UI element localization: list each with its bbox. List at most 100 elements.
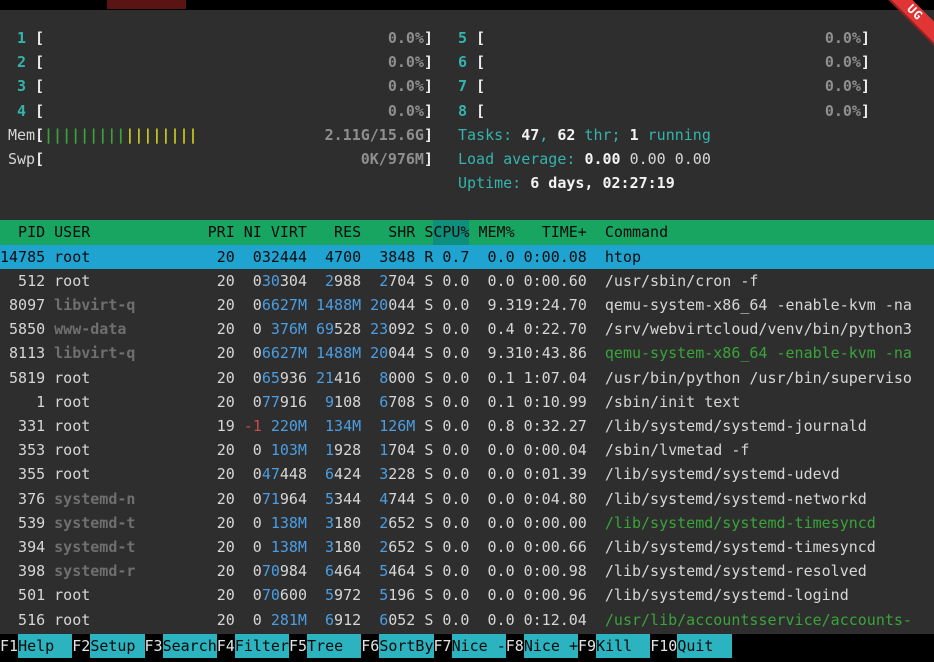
process-user: systemd-t: [54, 511, 180, 535]
process-row[interactable]: 14785root2003244447003848R0.70.00:00.08h…: [0, 245, 934, 269]
process-nice: 0: [235, 438, 262, 462]
process-cpu-percent: 0.0: [433, 559, 469, 583]
process-row[interactable]: 8113libvirt-q2006627M1488M20044S0.09.310…: [0, 341, 934, 365]
process-shr: 5464: [361, 559, 415, 583]
process-row[interactable]: 394systemd-t200138M31802652S0.00.00:00.6…: [0, 535, 934, 559]
fkey-f1-button[interactable]: Help: [18, 634, 72, 658]
column-header-pid[interactable]: PID: [0, 220, 45, 244]
fkey-f6-button[interactable]: SortBy: [379, 634, 433, 658]
process-user: systemd-r: [54, 559, 180, 583]
column-header-virt[interactable]: VIRT: [262, 220, 307, 244]
process-cpu-percent: 0.0: [433, 438, 469, 462]
table-rows: 14785root2003244447003848R0.70.00:00.08h…: [0, 245, 934, 632]
process-priority: 20: [181, 608, 235, 632]
process-command: /lib/systemd/systemd-resolved: [605, 559, 934, 583]
process-row[interactable]: 5819root20065936214168000S0.00.11:07.04/…: [0, 366, 934, 390]
fkey-f4-button[interactable]: Filter: [235, 634, 289, 658]
process-nice: 0: [235, 487, 262, 511]
meter-open-bracket: [: [35, 50, 44, 74]
column-header-mem[interactable]: MEM%: [469, 220, 514, 244]
process-pid: 539: [0, 511, 45, 535]
cpu-meter-2: 2[0.0%]: [8, 50, 433, 74]
cpu-percent-value: 0.0%: [825, 74, 861, 98]
process-row[interactable]: 539systemd-t200138M31802652S0.00.00:00.0…: [0, 511, 934, 535]
process-nice: 0: [235, 366, 262, 390]
process-priority: 20: [181, 462, 235, 486]
column-header-res[interactable]: RES: [307, 220, 361, 244]
process-time: 0:00.96: [515, 583, 587, 607]
process-shr: 8000: [361, 366, 415, 390]
column-header-cmd[interactable]: Command: [605, 220, 934, 244]
process-row[interactable]: 353root200103M19281704S0.00.00:00.04/sbi…: [0, 438, 934, 462]
process-virt: 65936: [262, 366, 307, 390]
process-state: S: [415, 583, 433, 607]
process-pid: 5819: [0, 366, 45, 390]
stat-text: 0.00: [630, 150, 675, 168]
process-res: 9108: [307, 390, 361, 414]
process-shr: 6708: [361, 390, 415, 414]
process-row[interactable]: 376systemd-n2007196453444744S0.00.00:04.…: [0, 487, 934, 511]
process-cpu-percent: 0.0: [433, 269, 469, 293]
process-row[interactable]: 8097libvirt-q2006627M1488M20044S0.09.319…: [0, 293, 934, 317]
window-tab[interactable]: [107, 0, 186, 9]
process-mem-percent: 0.4: [469, 317, 514, 341]
process-command: htop: [605, 245, 934, 269]
process-state: S: [415, 293, 433, 317]
process-shr: 3848: [361, 245, 415, 269]
process-row[interactable]: 501root2007060059725196S0.00.00:00.96/li…: [0, 583, 934, 607]
cpu-percent-value: 0.0%: [388, 26, 424, 50]
fkey-f8-button[interactable]: Nice +: [524, 634, 578, 658]
cpu-meters-right: 5[0.0%]6[0.0%]7[0.0%]8[0.0%]: [449, 26, 934, 123]
process-nice: 0: [235, 511, 262, 535]
meters-right-column: 5[0.0%]6[0.0%]7[0.0%]8[0.0%] Tasks: 47, …: [433, 26, 934, 195]
column-header-pri[interactable]: PRI: [181, 220, 235, 244]
process-user: root: [54, 269, 180, 293]
fkey-f2-button[interactable]: Setup: [90, 634, 144, 658]
fkey-f3-button[interactable]: Search: [163, 634, 217, 658]
memory-usage-value: 2.11G/15.6G: [325, 123, 424, 147]
fkey-f1-key: F1: [0, 634, 18, 658]
process-user: root: [54, 366, 180, 390]
process-res: 2988: [307, 269, 361, 293]
fkey-f5-button[interactable]: Tree: [307, 634, 361, 658]
process-res: 6424: [307, 462, 361, 486]
fkey-f9-key: F9: [578, 634, 596, 658]
process-cpu-percent: 0.0: [433, 462, 469, 486]
column-header-s[interactable]: S: [415, 220, 433, 244]
column-header-ni[interactable]: NI: [235, 220, 262, 244]
process-row[interactable]: 398systemd-r2007098464645464S0.00.00:00.…: [0, 559, 934, 583]
process-shr: 2652: [361, 511, 415, 535]
stat-text: 0.00: [584, 150, 629, 168]
fkey-f10-button[interactable]: Quit: [677, 634, 731, 658]
process-row[interactable]: 355root2004744864243228S0.00.00:01.39/li…: [0, 462, 934, 486]
process-mem-percent: 0.0: [469, 559, 514, 583]
process-time: 0:01.39: [515, 462, 587, 486]
process-priority: 20: [181, 438, 235, 462]
meter-bar: [485, 26, 825, 50]
process-cpu-percent: 0.0: [433, 583, 469, 607]
process-res: 21416: [307, 366, 361, 390]
process-cpu-percent: 0.0: [433, 414, 469, 438]
process-row[interactable]: 516root200281M69126052S0.00.00:12.04/usr…: [0, 608, 934, 632]
column-header-user[interactable]: USER: [54, 220, 180, 244]
fkey-f7-button[interactable]: Nice -: [452, 634, 506, 658]
process-row[interactable]: 5850www-data200376M6952823092S0.00.40:22…: [0, 317, 934, 341]
process-pid: 14785: [0, 245, 45, 269]
process-row[interactable]: 1root2007791691086708S0.00.10:10.99/sbin…: [0, 390, 934, 414]
meter-open-bracket: [: [476, 50, 485, 74]
cpu-meter-number: 7: [449, 74, 476, 98]
process-pid: 501: [0, 583, 45, 607]
fkey-f9-button[interactable]: Kill: [596, 634, 650, 658]
process-command: /lib/systemd/systemd-networkd: [605, 487, 934, 511]
process-row[interactable]: 512root2003030429882704S0.00.00:00.60/us…: [0, 269, 934, 293]
meters-left-column: 1[0.0%]2[0.0%]3[0.0%]4[0.0%]Mem[||||||||…: [0, 26, 433, 195]
column-header-shr[interactable]: SHR: [361, 220, 415, 244]
process-row[interactable]: 331root19-1220M134M126MS0.00.80:32.27/li…: [0, 414, 934, 438]
column-header-time[interactable]: TIME+: [515, 220, 587, 244]
process-state: S: [415, 269, 433, 293]
process-cpu-percent: 0.0: [433, 341, 469, 365]
process-time: 0:00.98: [515, 559, 587, 583]
column-header-cpu[interactable]: CPU%: [433, 220, 469, 244]
cpu-meter-number: 5: [449, 26, 476, 50]
process-cpu-percent: 0.0: [433, 511, 469, 535]
